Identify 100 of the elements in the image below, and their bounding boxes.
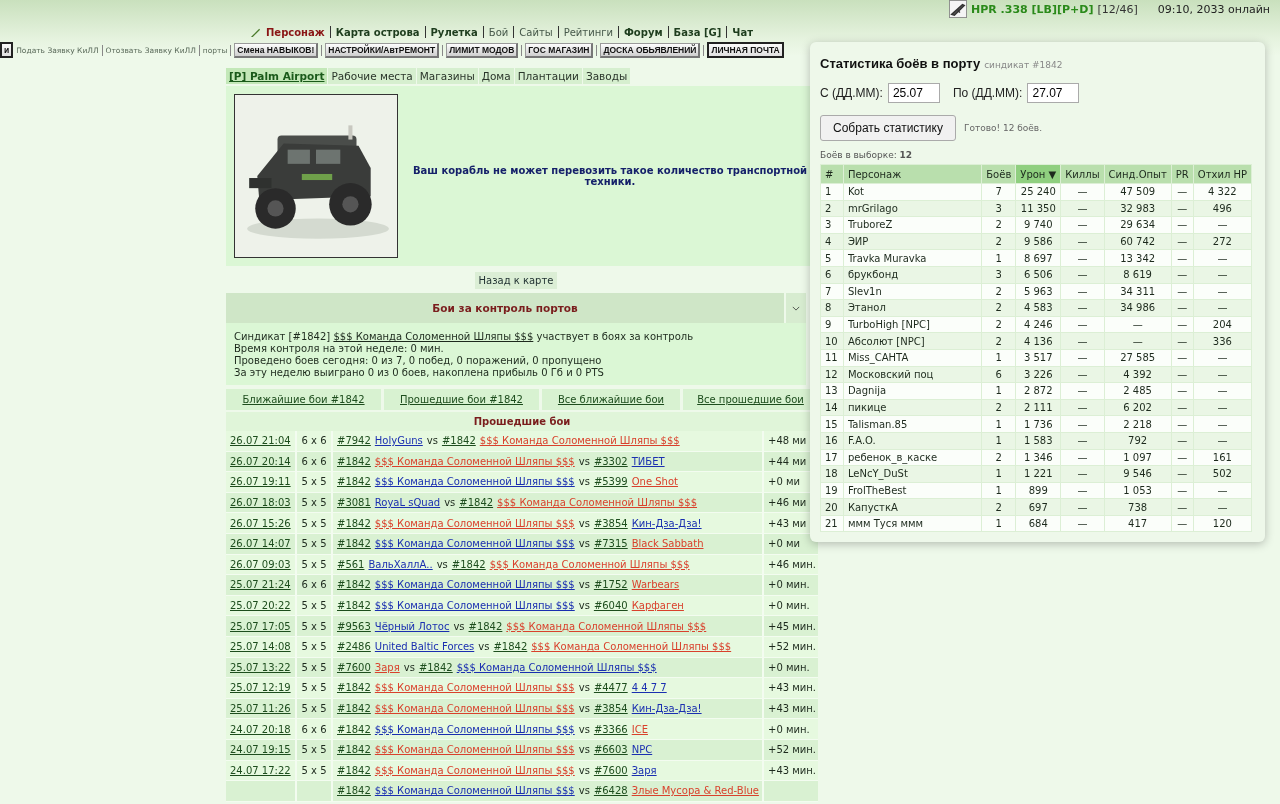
battle-date-link[interactable]: 25.07 11:26 xyxy=(230,703,291,714)
syndicate-tag-link[interactable]: #1842 xyxy=(459,497,494,509)
team-link[interactable]: United Baltic Forces xyxy=(374,641,475,653)
battle-date-link[interactable]: 26.07 14:07 xyxy=(230,538,291,550)
nav-link[interactable]: Рейтинги xyxy=(563,26,613,38)
battle-date-link[interactable]: 24.07 19:15 xyxy=(230,744,291,756)
syndicate-tag-link[interactable]: #3854 xyxy=(593,703,628,714)
nav-link[interactable]: Сайты xyxy=(519,26,553,38)
syndicate-tag-link[interactable]: #1842 xyxy=(418,661,453,673)
syndicate-tag-link[interactable]: #9563 xyxy=(337,620,371,632)
battle-date-link[interactable]: 25.07 14:08 xyxy=(230,641,291,653)
nav-button[interactable]: и xyxy=(0,42,14,58)
syndicate-tag-link[interactable]: #1752 xyxy=(593,579,628,591)
syndicate-tag-link[interactable]: #1842 xyxy=(337,600,371,612)
syndicate-tag-link[interactable]: #561 xyxy=(337,558,365,570)
battle-date-link[interactable]: 26.07 20:14 xyxy=(230,455,291,467)
syndicate-tag-link[interactable]: #1842 xyxy=(337,455,371,467)
syndicate-tag-link[interactable]: #2486 xyxy=(337,641,371,653)
team-link[interactable]: $$$ Команда Соломенной Шляпы $$$ xyxy=(374,455,575,467)
battle-date-link[interactable]: 25.07 17:05 xyxy=(230,620,291,632)
battle-date-link[interactable]: 26.07 21:04 xyxy=(230,435,291,447)
team-link[interactable]: Заря xyxy=(374,661,400,673)
location-tab[interactable]: Плантации xyxy=(514,68,582,84)
column-header[interactable]: Отхил HP xyxy=(1193,164,1252,184)
syndicate-tag-link[interactable]: #1842 xyxy=(337,476,371,488)
syndicate-tag-link[interactable]: #1842 xyxy=(468,620,503,632)
syndicate-tag-link[interactable]: #1842 xyxy=(441,435,476,447)
nav-link[interactable]: Форум xyxy=(623,26,663,38)
team-link[interactable]: $$$ Команда Соломенной Шляпы $$$ xyxy=(374,764,575,776)
team-link[interactable]: $$$ Команда Соломенной Шляпы $$$ xyxy=(374,600,575,612)
syndicate-tag-link[interactable]: #7600 xyxy=(337,661,371,673)
nav-button[interactable]: ДОСКА ОБЬЯВЛЕНИЙ xyxy=(600,42,701,58)
team-link[interactable]: $$$ Команда Соломенной Шляпы $$$ xyxy=(374,579,575,591)
team-link[interactable]: ВальХаллА.. xyxy=(368,558,433,570)
nav-button[interactable]: ЛИЧНАЯ ПОЧТА xyxy=(707,42,784,58)
collect-stats-button[interactable]: Собрать статистику xyxy=(820,115,956,141)
team-link[interactable]: HolyGuns xyxy=(374,435,423,447)
location-tab[interactable]: Дома xyxy=(478,68,514,84)
team-link[interactable]: ТИБЕТ xyxy=(631,455,665,467)
team-link[interactable]: $$$ Команда Соломенной Шляпы $$$ xyxy=(374,723,575,735)
syndicate-tag-link[interactable]: #1842 xyxy=(337,723,371,735)
syndicate-tag-link[interactable]: #1842 xyxy=(337,744,371,756)
column-header[interactable]: Киллы xyxy=(1060,164,1105,184)
nav-button[interactable]: НАСТРОЙКИ/АвтРЕМОНТ xyxy=(325,42,440,58)
syndicate-tag-link[interactable]: #3854 xyxy=(593,517,628,529)
battle-date-link[interactable]: 26.07 09:03 xyxy=(230,558,291,570)
team-link[interactable]: Заря xyxy=(631,764,657,776)
column-header[interactable]: # xyxy=(820,164,844,184)
battle-date-link[interactable]: 25.07 13:22 xyxy=(230,661,291,673)
syndicate-tag-link[interactable]: #6428 xyxy=(593,785,628,797)
nav-link[interactable]: База [G] xyxy=(673,26,722,38)
team-link[interactable]: $$$ Команда Соломенной Шляпы $$$ xyxy=(489,558,690,570)
team-link[interactable]: $$$ Команда Соломенной Шляпы $$$ xyxy=(531,641,732,653)
battle-date-link[interactable]: 24.07 17:22 xyxy=(230,764,291,776)
team-link[interactable]: Warbears xyxy=(631,579,680,591)
nav-link[interactable]: Карта острова xyxy=(335,26,420,38)
nav-button[interactable]: Смена НАВЫКОВ! xyxy=(234,42,319,58)
back-button[interactable]: Назад к карте xyxy=(474,272,558,289)
team-link[interactable]: Кин-Дза-Дза! xyxy=(631,517,702,529)
syndicate-tag-link[interactable]: #7315 xyxy=(593,538,628,550)
team-link[interactable]: $$$ Команда Соломенной Шляпы $$$ xyxy=(374,744,575,756)
team-link[interactable]: Карфаген xyxy=(631,600,684,612)
column-header[interactable]: Персонаж xyxy=(843,164,982,184)
team-link[interactable]: 4 4 7 7 xyxy=(631,682,667,694)
location-tab[interactable]: Магазины xyxy=(416,68,478,84)
team-link[interactable]: $$$ Команда Соломенной Шляпы $$$ xyxy=(497,497,697,509)
battle-date-link[interactable]: 25.07 21:24 xyxy=(230,579,291,591)
syndicate-tag-link[interactable]: #6603 xyxy=(593,744,628,756)
nav-button[interactable]: ЛИМИТ МОДОВ xyxy=(446,42,519,58)
team-link[interactable]: Кин-Дза-Дза! xyxy=(631,703,702,714)
battle-date-link[interactable]: 26.07 19:11 xyxy=(230,476,291,488)
syndicate-tag-link[interactable]: #5399 xyxy=(593,476,628,488)
team-link[interactable]: RoyaL sQuad xyxy=(374,497,441,509)
syndicate-tag-link[interactable]: #6040 xyxy=(593,600,628,612)
battle-date-link[interactable]: 24.07 20:18 xyxy=(230,723,291,735)
location-tab[interactable]: Рабочие места xyxy=(328,68,416,84)
battle-date-link[interactable]: 26.07 18:03 xyxy=(230,497,291,509)
team-link[interactable]: $$$ Команда Соломенной Шляпы $$$ xyxy=(479,435,680,447)
syndicate-tag-link[interactable]: #1842 xyxy=(337,764,371,776)
team-link[interactable]: $$$ Команда Соломенной Шляпы $$$ xyxy=(374,785,575,797)
column-header[interactable]: Синд.Опыт xyxy=(1104,164,1172,184)
nav-link[interactable]: Бой xyxy=(488,26,509,38)
date-field[interactable]: 27.07 xyxy=(1027,83,1080,103)
syndicate-tag-link[interactable]: #1842 xyxy=(451,558,486,570)
column-header[interactable]: Урон ▼ xyxy=(1015,164,1061,184)
team-link[interactable]: $$$ Команда Соломенной Шляпы $$$ xyxy=(456,661,657,673)
location-tab[interactable]: [P] Palm Airport xyxy=(226,68,328,84)
collapse-button[interactable] xyxy=(786,293,806,323)
syndicate-tag-link[interactable]: #3366 xyxy=(593,723,628,735)
syndicate-tag-link[interactable]: #3081 xyxy=(337,497,371,509)
syndicate-tag-link[interactable]: #4477 xyxy=(593,682,628,694)
syndicate-tag-link[interactable]: #1842 xyxy=(493,641,528,653)
syndicate-tag-link[interactable]: #3302 xyxy=(593,455,628,467)
battle-date-link[interactable]: 25.07 20:22 xyxy=(230,600,291,612)
team-link[interactable]: $$$ Команда Соломенной Шляпы $$$ xyxy=(374,682,575,694)
syndicate-tag-link[interactable]: #1842 xyxy=(337,579,371,591)
syndicate-link[interactable]: $$$ Команда Соломенной Шляпы $$$ xyxy=(333,331,534,342)
team-link[interactable]: ICE xyxy=(631,723,648,735)
column-header[interactable]: PR xyxy=(1171,164,1194,184)
column-header[interactable]: Боёв xyxy=(981,164,1016,184)
